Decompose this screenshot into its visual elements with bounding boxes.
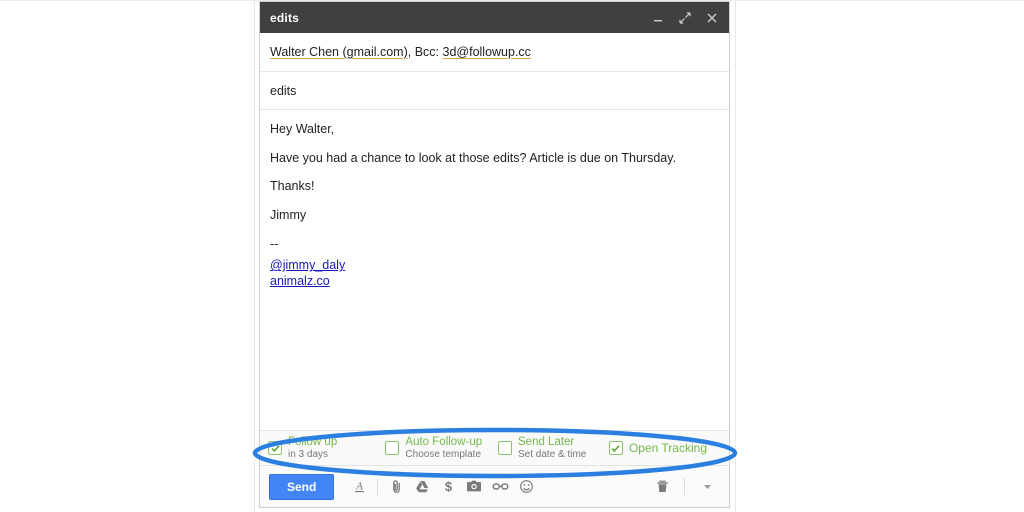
signature-site-link[interactable]: animalz.co (270, 274, 719, 290)
toolbar-divider (377, 478, 379, 495)
body-greeting: Hey Walter, (270, 122, 335, 136)
feature-follow-up[interactable]: Follow up in 3 days (268, 436, 385, 461)
compose-toolbar: Send A $ (260, 466, 729, 507)
checkbox-checked-icon[interactable] (608, 441, 623, 455)
signature-handle-link[interactable]: @jimmy_daly (270, 258, 719, 274)
minimize-icon[interactable] (651, 11, 665, 25)
insert-photo-icon[interactable] (461, 474, 487, 500)
message-body[interactable]: Hey Walter, Have you had a chance to loo… (260, 110, 729, 430)
delete-draft-icon[interactable] (649, 474, 675, 500)
compose-window: edits Walter Chen (gmail.com), Bcc: 3d@f… (259, 1, 730, 508)
send-button[interactable]: Send (269, 473, 335, 500)
recipients-field[interactable]: Walter Chen (gmail.com), Bcc: 3d@followu… (260, 33, 729, 72)
feature-labels: Send Later Set date & time (518, 436, 586, 461)
svg-text:A: A (355, 481, 363, 493)
recipient-to: Walter Chen (gmail.com) (270, 45, 408, 59)
checkbox-unchecked-icon[interactable] (498, 441, 512, 455)
screenshot-stage: edits Walter Chen (gmail.com), Bcc: 3d@f… (0, 0, 1024, 512)
subject-text: edits (270, 83, 297, 98)
expand-icon[interactable] (678, 11, 692, 25)
format-text-icon[interactable]: A (346, 474, 372, 500)
insert-money-icon[interactable]: $ (435, 474, 461, 500)
body-line-1: Have you had a chance to look at those e… (270, 150, 677, 165)
page-guide-line (254, 0, 255, 512)
feature-auto-follow-up[interactable]: Auto Follow-up Choose template (385, 436, 498, 461)
feature-open-tracking[interactable]: Open Tracking (608, 441, 721, 455)
page-guide-line (735, 0, 736, 512)
close-icon[interactable] (705, 11, 719, 25)
checkbox-checked-icon[interactable] (268, 441, 282, 455)
more-options-icon[interactable] (694, 474, 720, 500)
feature-sublabel: Set date & time (518, 448, 587, 460)
recipient-separator: , Bcc: (407, 45, 443, 59)
feature-send-later[interactable]: Send Later Set date & time (498, 436, 609, 461)
subject-field[interactable]: edits (260, 72, 729, 110)
feature-labels: Follow up in 3 days (288, 436, 337, 461)
recipient-bcc: 3d@followup.cc (442, 45, 531, 59)
followup-feature-bar: Follow up in 3 days Auto Follow-up Choos… (260, 430, 729, 466)
feature-label: Send Later (518, 435, 575, 448)
compose-title: edits (270, 10, 300, 25)
google-drive-icon[interactable] (409, 474, 435, 500)
feature-label: Auto Follow-up (405, 435, 483, 448)
compose-titlebar[interactable]: edits (260, 2, 729, 33)
body-line-2: Thanks! (270, 179, 315, 194)
body-line-3: Jimmy (270, 207, 307, 222)
insert-emoji-icon[interactable] (513, 474, 539, 500)
insert-link-icon[interactable] (487, 474, 513, 500)
feature-label: Follow up (288, 435, 338, 448)
feature-label: Open Tracking (628, 441, 707, 455)
toolbar-divider (684, 478, 685, 495)
feature-sublabel: Choose template (405, 448, 482, 460)
feature-sublabel: in 3 days (288, 448, 329, 460)
signature-divider: -- (270, 236, 279, 251)
feature-labels: Auto Follow-up Choose template (405, 436, 482, 461)
svg-text:$: $ (445, 479, 453, 494)
signature-block: @jimmy_daly animalz.co (270, 258, 719, 289)
window-controls (651, 11, 719, 25)
recipients-text: Walter Chen (gmail.com), Bcc: 3d@followu… (270, 45, 531, 59)
checkbox-unchecked-icon[interactable] (385, 441, 400, 455)
attach-file-icon[interactable] (383, 474, 409, 500)
